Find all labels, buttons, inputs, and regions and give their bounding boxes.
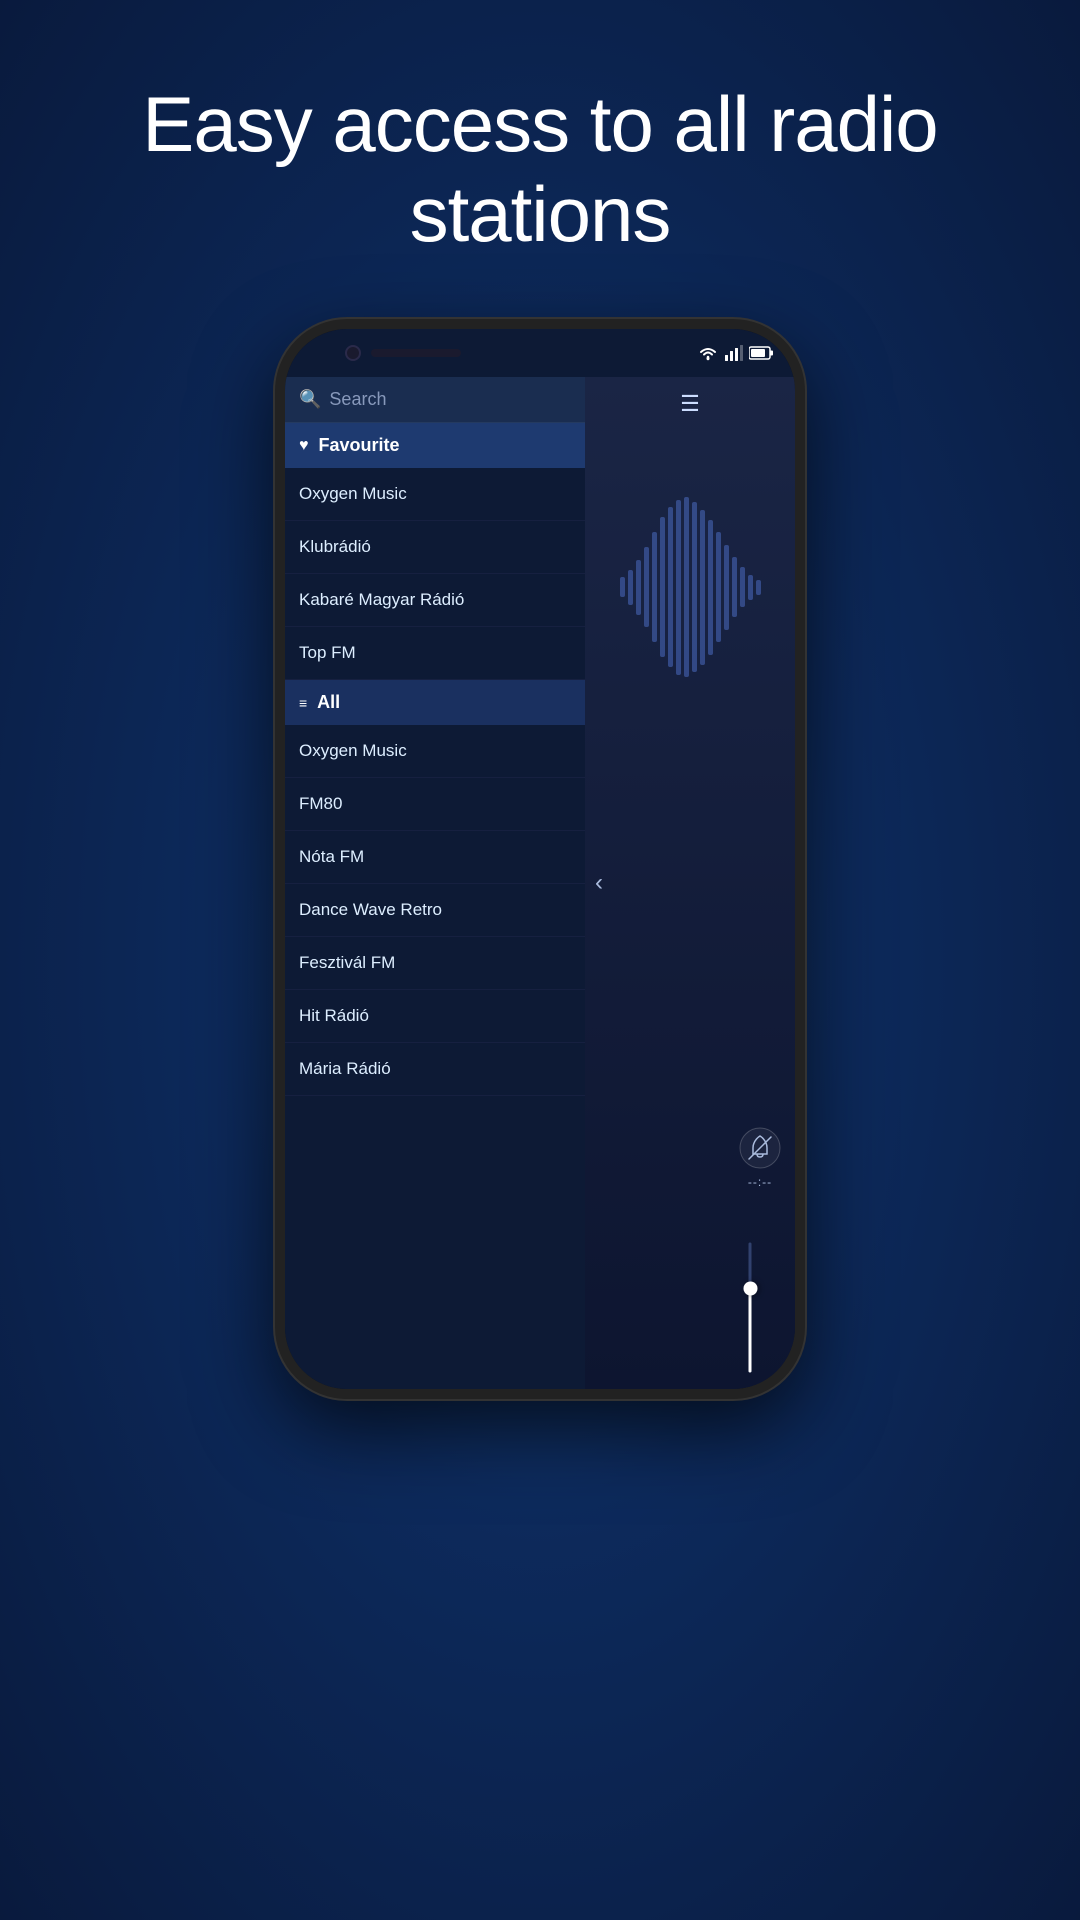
status-bar (285, 329, 795, 377)
list-item[interactable]: Kabaré Magyar Rádió (285, 574, 585, 627)
list-item[interactable]: Oxygen Music (285, 468, 585, 521)
camera (345, 345, 361, 361)
signal-icon (725, 345, 743, 361)
item-text: FM80 (299, 794, 342, 813)
all-label: All (317, 692, 340, 713)
item-text: Klubrádió (299, 537, 371, 556)
item-text: Mária Rádió (299, 1059, 391, 1078)
menu-icon[interactable]: ☰ (680, 391, 700, 417)
list-item[interactable]: FM80 (285, 778, 585, 831)
sleep-timer-icon[interactable] (739, 1127, 781, 1169)
item-text: Hit Rádió (299, 1006, 369, 1025)
headline-line2: stations (410, 170, 671, 258)
left-panel: 🔍 Search ♥ Favourite Oxygen Music Klubrá… (285, 377, 585, 1389)
item-text: Dance Wave Retro (299, 900, 442, 919)
search-bar[interactable]: 🔍 Search (285, 377, 585, 423)
speaker (371, 349, 461, 357)
chevron-left-icon: ‹ (595, 869, 603, 896)
item-text: Oxygen Music (299, 741, 407, 760)
status-icons (697, 345, 775, 361)
list-icon: ≡ (299, 695, 307, 711)
sleep-timer-area: --:-- (739, 1127, 781, 1189)
volume-slider[interactable] (749, 1243, 752, 1373)
search-icon: 🔍 (299, 389, 321, 410)
waveform-bars (585, 437, 795, 737)
list-item[interactable]: Nóta FM (285, 831, 585, 884)
right-panel: ☰ (585, 377, 795, 1389)
timer-display: --:-- (748, 1175, 772, 1189)
page-headline: Easy access to all radio stations (82, 80, 997, 259)
list-item[interactable]: Fesztivál FM (285, 937, 585, 990)
list-item[interactable]: Mária Rádió (285, 1043, 585, 1096)
list-item[interactable]: Klubrádió (285, 521, 585, 574)
wifi-icon (697, 345, 719, 361)
phone-frame: 🔍 Search ♥ Favourite Oxygen Music Klubrá… (275, 319, 805, 1399)
item-text: Kabaré Magyar Rádió (299, 590, 464, 609)
chevron-back-button[interactable]: ‹ (595, 869, 603, 897)
all-section-header[interactable]: ≡ All (285, 680, 585, 725)
battery-icon (749, 346, 775, 360)
item-text: Nóta FM (299, 847, 364, 866)
heart-icon: ♥ (299, 437, 309, 455)
list-item[interactable]: Hit Rádió (285, 990, 585, 1043)
list-item[interactable]: Dance Wave Retro (285, 884, 585, 937)
phone-screen: 🔍 Search ♥ Favourite Oxygen Music Klubrá… (285, 377, 795, 1389)
list-item[interactable]: Top FM (285, 627, 585, 680)
favourite-section-header[interactable]: ♥ Favourite (285, 423, 585, 468)
list-item[interactable]: Oxygen Music (285, 725, 585, 778)
item-text: Oxygen Music (299, 484, 407, 503)
favourite-label: Favourite (319, 435, 400, 456)
phone-mockup: 🔍 Search ♥ Favourite Oxygen Music Klubrá… (275, 319, 805, 1399)
waveform-visualization (585, 437, 795, 737)
item-text: Top FM (299, 643, 356, 662)
headline-line1: Easy access to all radio (142, 80, 937, 168)
search-placeholder: Search (329, 389, 386, 410)
item-text: Fesztivál FM (299, 953, 395, 972)
